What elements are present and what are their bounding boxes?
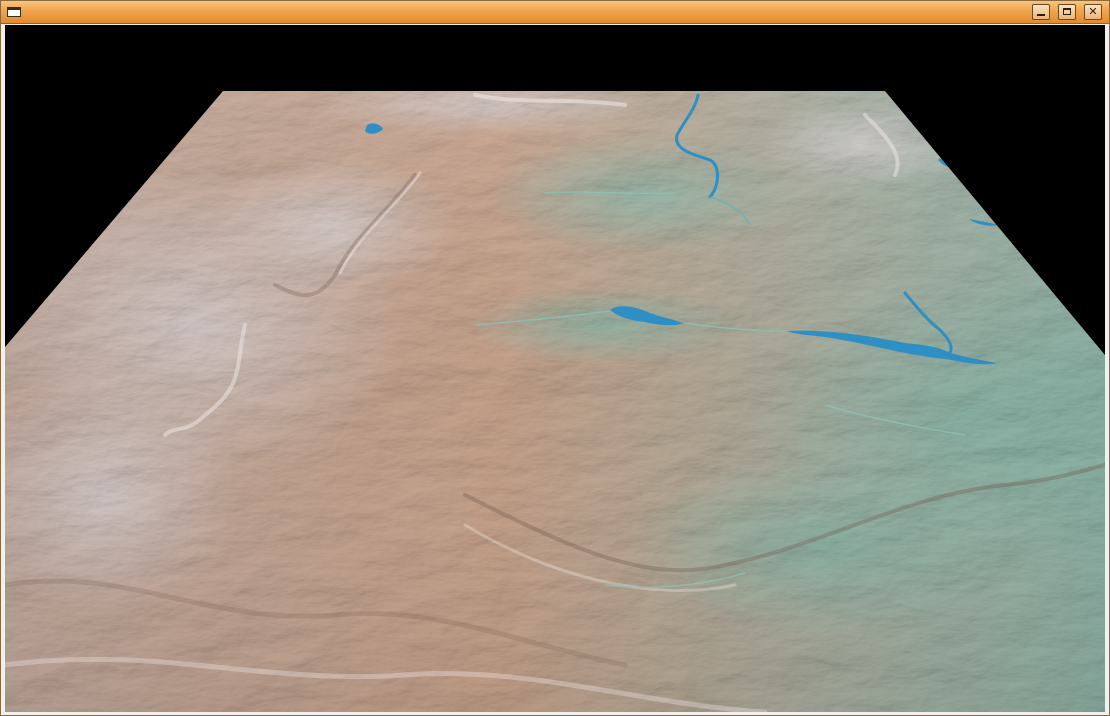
terrain-render (5, 91, 1105, 712)
terrain-surface (5, 91, 1105, 712)
window-menu-icon[interactable] (7, 7, 21, 17)
title-bar[interactable]: ✕ (1, 1, 1109, 24)
close-icon: ✕ (1088, 5, 1098, 18)
minimize-icon (1033, 5, 1049, 19)
maximize-icon (1059, 5, 1075, 19)
close-button[interactable]: ✕ (1084, 4, 1102, 20)
maximize-button[interactable] (1058, 4, 1076, 20)
application-window: ✕ (0, 0, 1110, 716)
minimize-button[interactable] (1032, 4, 1050, 20)
terrain-viewport[interactable] (5, 25, 1105, 712)
